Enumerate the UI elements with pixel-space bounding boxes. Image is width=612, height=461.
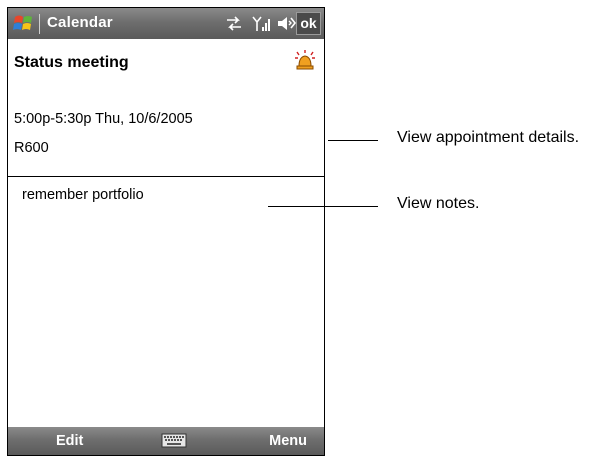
menu-bar: Edit Menu: [8, 427, 324, 455]
appointment-time: 5:00p-5:30p Thu, 10/6/2005: [14, 111, 193, 127]
connectivity-icon[interactable]: [223, 15, 245, 32]
keyboard-icon[interactable]: [161, 432, 187, 449]
appointment-location: R600: [14, 140, 49, 156]
appointment-details[interactable]: Status meeting 5:00p-5:30p Thu, 10/6/200…: [8, 39, 324, 177]
title-bar: Calendar ok: [8, 8, 324, 39]
ok-button[interactable]: ok: [296, 12, 321, 35]
title-separator: [39, 14, 40, 34]
callout-notes: View notes.: [397, 195, 480, 212]
notes-area[interactable]: remember portfolio: [8, 179, 324, 428]
callout-line-notes: [268, 206, 378, 207]
callout-details: View appointment details.: [397, 129, 580, 146]
windows-start-icon[interactable]: [11, 12, 36, 35]
alarm-bell-icon: [295, 50, 315, 70]
menu-softkey[interactable]: Menu: [269, 433, 307, 449]
appointment-subject: Status meeting: [14, 54, 129, 71]
speaker-icon[interactable]: [276, 15, 298, 32]
notes-text: remember portfolio: [22, 187, 144, 203]
app-title: Calendar: [47, 14, 113, 31]
device-screen: Calendar ok Status meeting 5:00p-5:30p T…: [7, 7, 325, 456]
signal-icon[interactable]: [252, 15, 270, 32]
callout-line-details: [328, 140, 378, 141]
edit-softkey[interactable]: Edit: [56, 433, 83, 449]
